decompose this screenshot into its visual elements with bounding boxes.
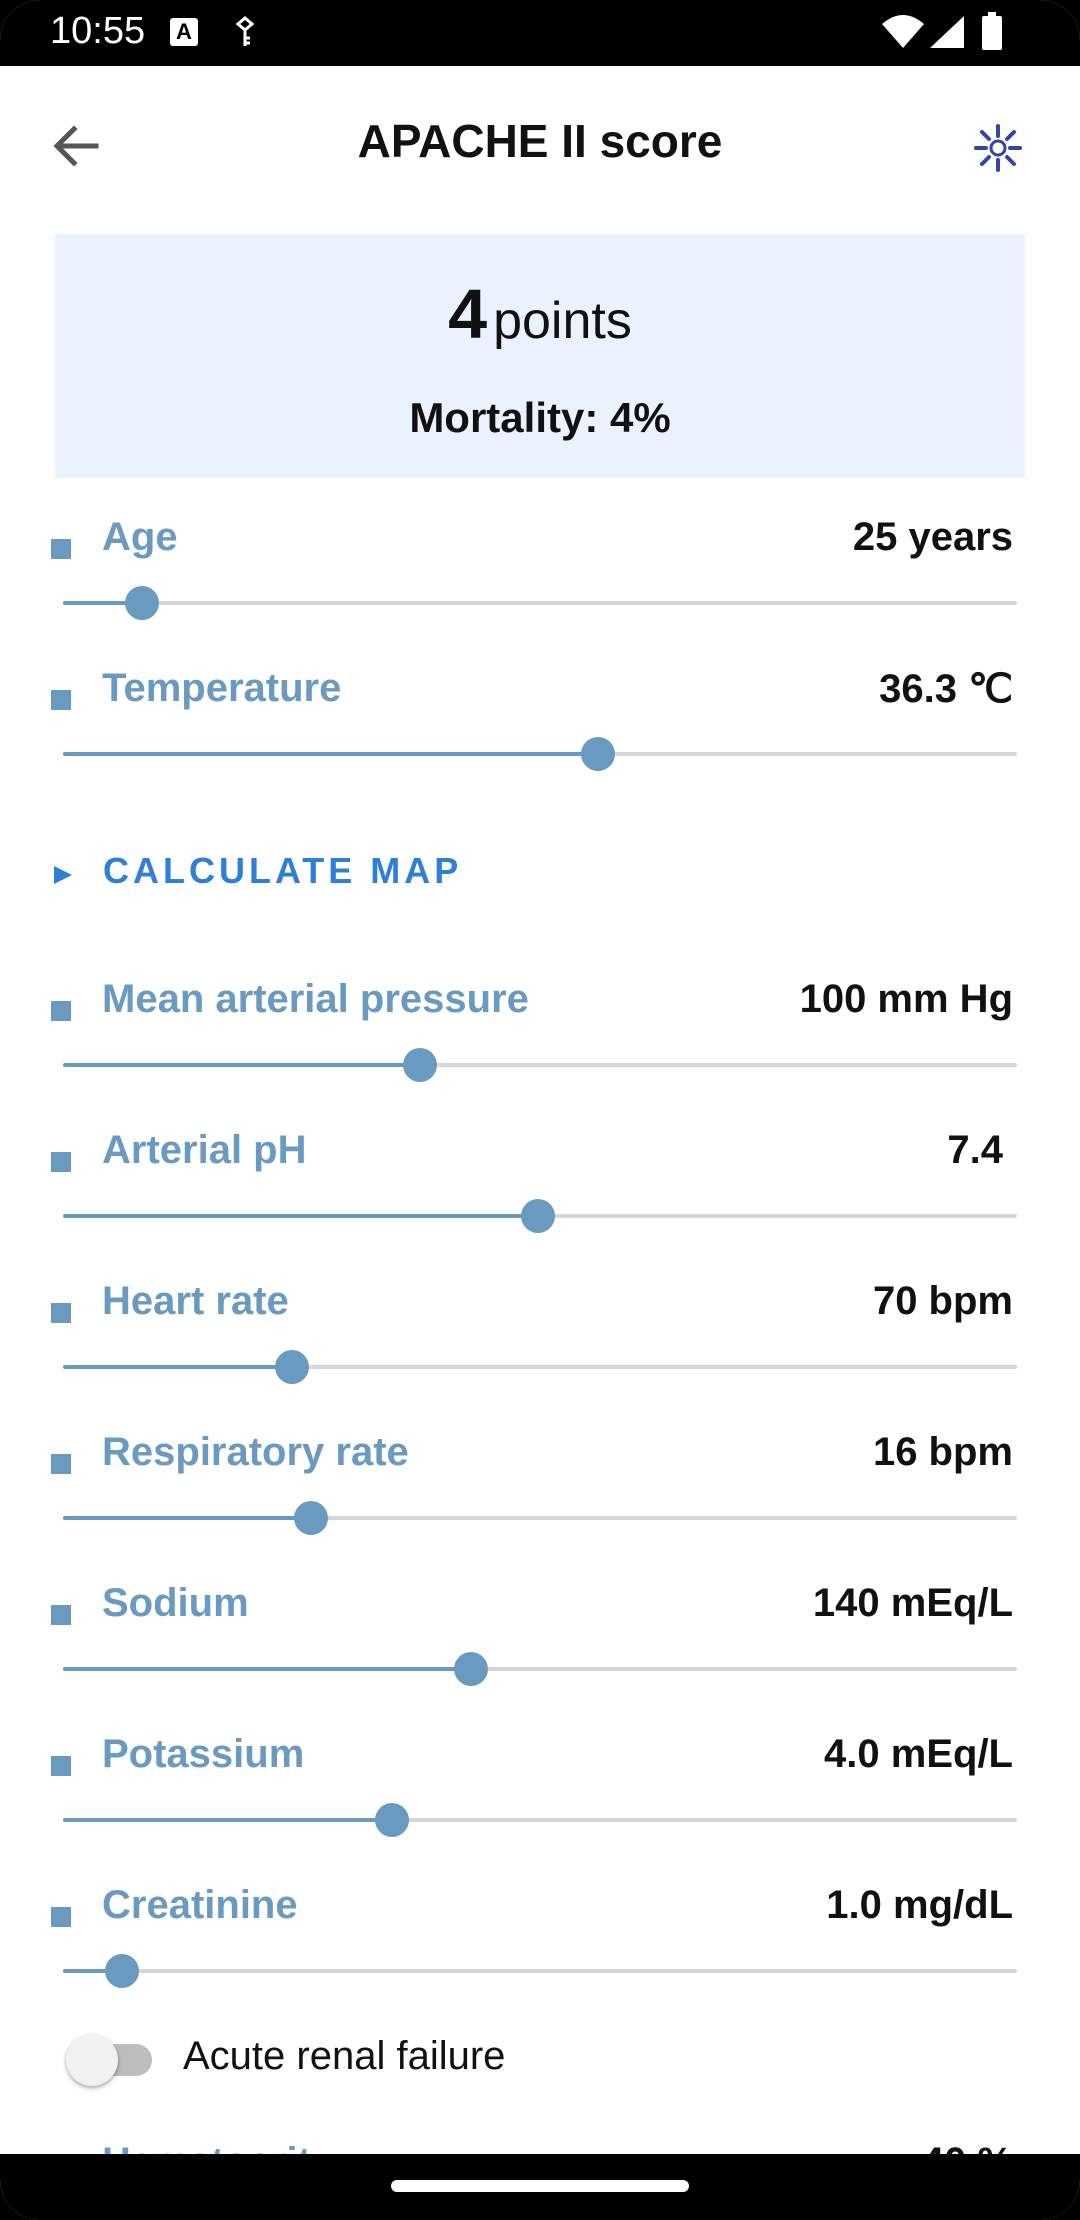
param-bullet [51, 1605, 71, 1625]
score-unit: points [493, 292, 632, 350]
map-slider[interactable] [63, 1048, 1017, 1082]
param-value: 36.3 ℃ [879, 667, 1013, 711]
potassium-slider[interactable] [63, 1803, 1017, 1837]
slider-thumb[interactable] [105, 1954, 140, 1988]
param-label: Temperature [102, 666, 342, 710]
param-potassium: Potassium 4.0 mEq/L [0, 1722, 1080, 1862]
toggle-label: Acute renal failure [183, 2034, 506, 2078]
vpn-key-icon [235, 16, 255, 46]
slider-fill [63, 1214, 539, 1218]
param-value: 16 bpm [872, 1430, 1013, 1474]
result-card: 4 points Mortality: 4% [55, 234, 1025, 478]
param-bullet [51, 1303, 71, 1323]
calculate-map-label: CALCULATE MAP [103, 850, 463, 891]
slider-thumb[interactable] [294, 1501, 329, 1535]
page-title: APACHE II score [357, 115, 723, 167]
param-bullet [51, 1001, 71, 1021]
status-bar: 10:55 A [0, 0, 1080, 66]
heart-rate-slider[interactable] [63, 1350, 1017, 1384]
param-respiratory-rate: Respiratory rate 16 bpm [0, 1420, 1080, 1560]
acute-renal-failure-toggle[interactable] [66, 2034, 152, 2086]
score-value: 4 [448, 275, 488, 353]
sodium-slider[interactable] [63, 1652, 1017, 1686]
param-value: 100 mm Hg [799, 977, 1013, 1021]
slider-thumb[interactable] [581, 737, 616, 771]
param-age: Age 25 years [0, 505, 1080, 645]
param-value: 140 mEq/L [812, 1581, 1013, 1625]
param-heart-rate: Heart rate 70 bpm [0, 1269, 1080, 1409]
cell-signal-icon [930, 16, 964, 48]
app-bar: APACHE II score [0, 66, 1080, 226]
slider-fill [63, 1365, 292, 1369]
status-time: 10:55 [50, 10, 146, 52]
creatinine-slider[interactable] [63, 1954, 1017, 1988]
param-value: 1.0 mg/dL [826, 1883, 1013, 1927]
mortality-text: Mortality: 4% [409, 394, 671, 441]
param-arterial-ph: Arterial pH 7.4 [0, 1118, 1080, 1258]
param-bullet [51, 1454, 71, 1474]
param-label: Age [102, 515, 178, 559]
param-creatinine: Creatinine 1.0 mg/dL [0, 1873, 1080, 2013]
slider-thumb[interactable] [125, 586, 160, 620]
ph-slider[interactable] [63, 1199, 1017, 1233]
age-slider[interactable] [63, 586, 1017, 620]
slider-fill [63, 1667, 472, 1671]
param-sodium: Sodium 140 mEq/L [0, 1571, 1080, 1711]
param-label: Heart rate [102, 1279, 289, 1323]
param-mean-arterial-pressure: Mean arterial pressure 100 mm Hg [0, 967, 1080, 1107]
battery-icon [982, 12, 1002, 50]
param-value: 25 years [852, 515, 1013, 559]
slider-thumb[interactable] [375, 1803, 410, 1837]
slider-thumb[interactable] [402, 1048, 437, 1082]
slider-thumb[interactable] [521, 1199, 556, 1233]
slider-fill [63, 1818, 393, 1822]
param-bullet [51, 690, 71, 710]
slider-thumb[interactable] [454, 1652, 489, 1686]
navigation-bar [0, 2154, 1080, 2220]
param-label: Sodium [102, 1581, 249, 1625]
slider-thumb[interactable] [274, 1350, 309, 1384]
wifi-icon [882, 15, 924, 48]
temperature-slider[interactable] [63, 737, 1017, 771]
param-label: Creatinine [102, 1883, 298, 1927]
param-label: Mean arterial pressure [102, 977, 529, 1021]
a-notification-icon: A [170, 18, 198, 46]
slider-fill [63, 1516, 312, 1520]
param-value: 70 bpm [872, 1279, 1013, 1323]
slider-fill [63, 1063, 420, 1067]
slider-fill [63, 752, 599, 756]
param-value: 4.0 mEq/L [824, 1732, 1013, 1776]
param-bullet [51, 1907, 71, 1927]
toggle-knob [66, 2034, 118, 2086]
param-bullet [51, 1152, 71, 1172]
param-label: Arterial pH [102, 1128, 307, 1172]
param-value: 7.4 [947, 1128, 1003, 1172]
acute-renal-failure-row: Acute renal failure [0, 2020, 1080, 2100]
app-screen: 10:55 A APACHE II score 4 points Mortali… [0, 0, 1080, 2220]
param-temperature: Temperature 36.3 ℃ [0, 656, 1080, 796]
asterisk-settings-icon[interactable] [970, 120, 1026, 176]
param-bullet [51, 1756, 71, 1776]
param-bullet [51, 539, 71, 559]
param-label: Potassium [102, 1732, 305, 1776]
score-line: 4 points [55, 274, 1025, 354]
param-label: Respiratory rate [102, 1430, 409, 1474]
triangle-right-icon [54, 866, 72, 884]
home-gesture-pill[interactable] [391, 2180, 689, 2192]
respiratory-rate-slider[interactable] [63, 1501, 1017, 1535]
